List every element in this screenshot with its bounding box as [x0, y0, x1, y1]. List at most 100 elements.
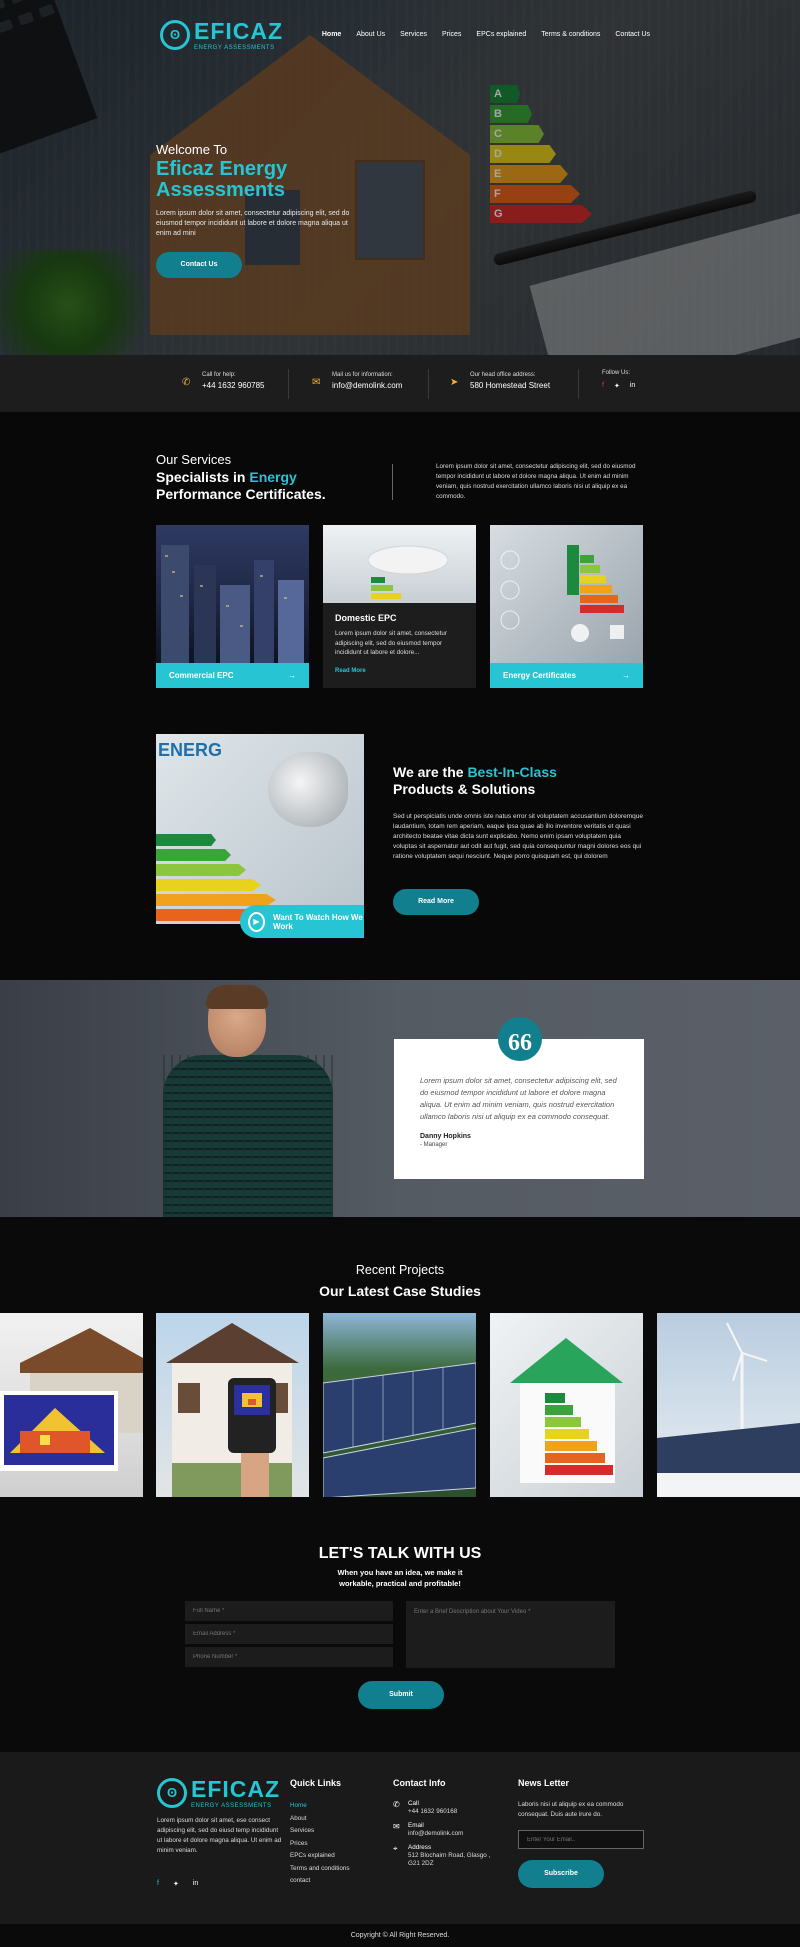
follow-label: Follow Us:: [602, 370, 631, 376]
read-more-link[interactable]: Read More: [335, 668, 464, 674]
footer-link-home[interactable]: Home: [290, 1800, 350, 1813]
contact-bar-mail-value[interactable]: info@demolink.com: [332, 381, 402, 390]
city-skyline-image: [156, 525, 309, 663]
service-card-domestic[interactable]: Domestic EPC Lorem ipsum dolor sit amet,…: [323, 525, 476, 688]
project-thermal-camera-image[interactable]: [156, 1313, 309, 1498]
bulb-energy-label-image: [323, 525, 476, 603]
hero-contact-button[interactable]: Contact Us: [156, 252, 242, 278]
projects-section: Recent Projects Our Latest Case Studies: [0, 1217, 800, 1498]
facebook-icon[interactable]: f: [602, 382, 604, 390]
project-wind-solar-image[interactable]: [657, 1313, 800, 1498]
hero-section: A B C D E F G ʘ EFICAZ ENERGY ASSESSMENT…: [0, 0, 800, 355]
contact-bar-office-label: Our head office address:: [470, 372, 536, 378]
call-label: Call: [408, 1800, 419, 1807]
quick-links: Quick Links Home About Services Prices E…: [290, 1778, 350, 1888]
location-pin-icon: ⌖: [393, 1844, 398, 1853]
energy-certificate-image: [490, 525, 643, 663]
footer-link-contact[interactable]: contact: [290, 1875, 350, 1888]
mail-icon: ✉: [312, 377, 321, 388]
hero-welcome: Welcome To: [156, 142, 228, 157]
subscribe-button[interactable]: Subscribe: [518, 1860, 604, 1888]
newsletter-text: Laboris nisi ut aliquip ex ea commodo co…: [518, 1801, 624, 1818]
newsletter-title: News Letter: [518, 1778, 570, 1788]
testimonial-card: 66 Lorem ipsum dolor sit amet, consectet…: [394, 1017, 644, 1179]
address-label: Address: [408, 1844, 432, 1851]
energy-image-label: ENERG: [158, 740, 223, 760]
contact-bar-follow: Follow Us: f ✦ in: [602, 370, 635, 390]
project-thermal-house-image[interactable]: [0, 1313, 143, 1498]
message-field[interactable]: [406, 1601, 615, 1668]
nav-item-about[interactable]: About Us: [356, 31, 385, 38]
project-solar-panels-image[interactable]: [323, 1313, 476, 1498]
contact-info-title: Contact Info: [393, 1778, 446, 1788]
contact-form-section: LET'S TALK WITH US When you have an idea…: [0, 1497, 800, 1752]
footer: ʘ EFICAZ ENERGY ASSESSMENTS Lorem ipsum …: [0, 1752, 800, 1924]
smiling-man-image: [158, 985, 338, 1217]
contact-bar-office-value: 580 Homestead Street: [470, 381, 551, 390]
email-field[interactable]: [185, 1624, 393, 1644]
watch-video-button[interactable]: ▶ Want To Watch How We Work: [240, 905, 364, 938]
nav-item-prices[interactable]: Prices: [442, 31, 461, 38]
services-description: Lorem ipsum dolor sit amet, consectetur …: [436, 463, 636, 500]
contact-bar-phone-value[interactable]: +44 1632 960785: [202, 381, 265, 390]
quote-icon: 66: [498, 1017, 542, 1061]
service-card-commercial[interactable]: Commercial EPC →: [156, 525, 309, 688]
services-subtitle: Our Services: [156, 452, 232, 467]
newsletter: News Letter Laboris nisi ut aliquip ex e…: [518, 1778, 644, 1888]
testimonial-name: Danny Hopkins: [420, 1133, 471, 1140]
footer-link-prices[interactable]: Prices: [290, 1838, 350, 1851]
services-section: Our Services Specialists in Energy Perfor…: [0, 412, 800, 980]
services-heading: Our Services Specialists in Energy Perfor…: [156, 452, 326, 503]
linkedin-icon[interactable]: in: [193, 1880, 198, 1888]
footer-logo-name: EFICAZ: [191, 1776, 281, 1802]
talk-subtitle: When you have an idea, we make it workab…: [337, 1568, 463, 1588]
email-value[interactable]: info@demolink.com: [408, 1830, 463, 1838]
copyright: Copyright © All Right Reserved.: [0, 1924, 800, 1947]
address-value: 512 Blochairn Road, Glasgo , G21 2DZ: [408, 1852, 491, 1867]
nav-item-home[interactable]: Home: [322, 31, 341, 38]
service-card-certificates[interactable]: Energy Certificates →: [490, 525, 643, 688]
logo-tagline: ENERGY ASSESSMENTS: [194, 45, 275, 51]
nav-item-services[interactable]: Services: [400, 31, 427, 38]
energy-label-bulb-image: ENERG: [156, 734, 364, 924]
best-in-class-text: We are the Best-In-Class Products & Solut…: [393, 764, 643, 862]
linkedin-icon[interactable]: in: [630, 382, 635, 390]
footer-link-services[interactable]: Services: [290, 1825, 350, 1838]
talk-title: LET'S TALK WITH US: [318, 1545, 482, 1562]
contact-bar-phone-label: Call for help:: [202, 372, 236, 378]
nav-item-contact[interactable]: Contact Us: [615, 31, 650, 38]
footer-about: Lorem ipsum dolor sit amet, ese consect …: [157, 1817, 282, 1854]
contact-bar-office: ➤ Our head office address: 580 Homestead…: [450, 372, 550, 390]
hero-description: Lorem ipsum dolor sit amet, consectetur …: [156, 210, 350, 237]
submit-button[interactable]: Submit: [358, 1681, 444, 1709]
divider: [392, 464, 393, 500]
nav-item-epcs[interactable]: EPCs explained: [476, 31, 526, 38]
logo-name: EFICAZ: [194, 18, 284, 44]
newsletter-email-input[interactable]: [518, 1830, 644, 1849]
footer-link-terms[interactable]: Terms and conditions: [290, 1863, 350, 1876]
phone-icon: ✆: [393, 1800, 400, 1809]
arrow-right-icon: →: [622, 671, 630, 680]
service-card-certificates-title: Energy Certificates: [503, 671, 576, 680]
call-value[interactable]: +44 1632 960168: [408, 1808, 457, 1816]
footer-link-about[interactable]: About: [290, 1813, 350, 1826]
read-more-button[interactable]: Read More: [393, 889, 479, 915]
contact-info: Contact Info ✆ Call +44 1632 960168 ✉ Ema…: [393, 1778, 503, 1874]
facebook-icon[interactable]: f: [157, 1880, 159, 1888]
testimonial-role: - Manager: [420, 1142, 448, 1148]
service-card-domestic-title: Domestic EPC: [335, 613, 397, 623]
phone-field[interactable]: [185, 1647, 393, 1667]
contact-bar-phone: ✆ Call for help: +44 1632 960785: [182, 372, 265, 390]
footer-logo[interactable]: ʘ EFICAZ ENERGY ASSESSMENTS: [157, 1776, 280, 1809]
contact-bar: ✆ Call for help: +44 1632 960785 ✉ Mail …: [0, 355, 800, 412]
footer-logo-tagline: ENERGY ASSESSMENTS: [191, 1803, 272, 1809]
services-title: Specialists in Energy Performance Certifi…: [156, 469, 326, 502]
logo[interactable]: ʘ EFICAZ ENERGY ASSESSMENTS: [160, 18, 283, 51]
twitter-icon[interactable]: ✦: [614, 382, 620, 390]
project-energy-house-model-image[interactable]: [490, 1313, 643, 1498]
testimonial-section: 66 Lorem ipsum dolor sit amet, consectet…: [0, 980, 800, 1217]
nav-item-terms[interactable]: Terms & conditions: [541, 31, 600, 38]
full-name-field[interactable]: [185, 1601, 393, 1621]
twitter-icon[interactable]: ✦: [173, 1880, 179, 1888]
footer-link-epcs[interactable]: EPCs explained: [290, 1850, 350, 1863]
